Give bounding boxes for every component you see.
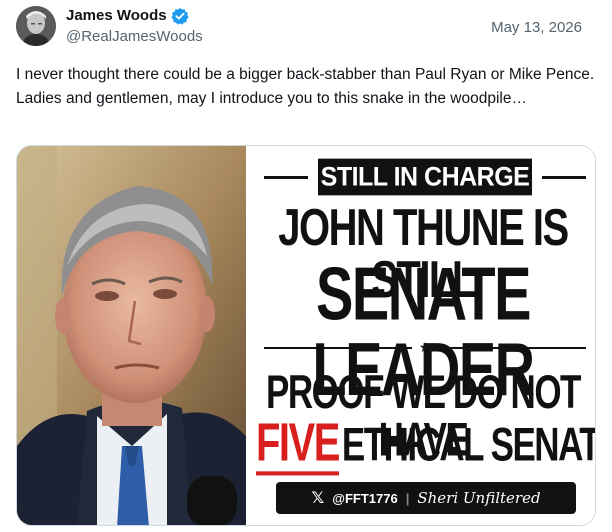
footer-handle: @FFT1776 bbox=[332, 490, 398, 506]
avatar[interactable] bbox=[16, 6, 56, 46]
headline-line-4-rest: ETHICAL SENATORS bbox=[341, 418, 595, 472]
timestamp[interactable]: May 13, 2026 bbox=[491, 19, 582, 36]
banner-label: STILL IN CHARGE bbox=[318, 158, 532, 196]
handle[interactable]: @RealJamesWoods bbox=[66, 27, 203, 47]
banner-rule-left bbox=[264, 176, 308, 179]
display-name[interactable]: James Woods bbox=[66, 6, 167, 26]
highlight-word: FIVE bbox=[256, 413, 340, 476]
tweet[interactable]: James Woods @RealJamesWoods May 13, 2026… bbox=[0, 0, 612, 532]
footer-brand: Sheri Unfiltered bbox=[417, 489, 541, 507]
author-block: James Woods @RealJamesWoods bbox=[66, 6, 203, 47]
star-divider: ★ bbox=[264, 339, 586, 355]
footer-separator: | bbox=[405, 490, 410, 506]
banner-rule-right bbox=[542, 176, 586, 179]
divider-line-right bbox=[438, 347, 586, 349]
x-logo-icon: 𝕏 bbox=[311, 490, 325, 507]
banner-row: STILL IN CHARGE bbox=[264, 158, 586, 196]
poster-graphic: STILL IN CHARGE JOHN THUNE IS STILL SENA… bbox=[246, 146, 595, 525]
poster-footer: 𝕏 @FFT1776 | Sheri Unfiltered bbox=[276, 482, 576, 514]
tweet-media[interactable]: STILL IN CHARGE JOHN THUNE IS STILL SENA… bbox=[16, 145, 596, 526]
portrait-photo bbox=[17, 146, 246, 525]
star-icon: ★ bbox=[418, 339, 432, 355]
tweet-text: I never thought there could be a bigger … bbox=[16, 66, 595, 107]
verified-badge-icon[interactable] bbox=[171, 7, 189, 25]
headline-line-4: FIVE ETHICAL SENATORS bbox=[256, 413, 595, 476]
divider-line-left bbox=[264, 347, 412, 349]
